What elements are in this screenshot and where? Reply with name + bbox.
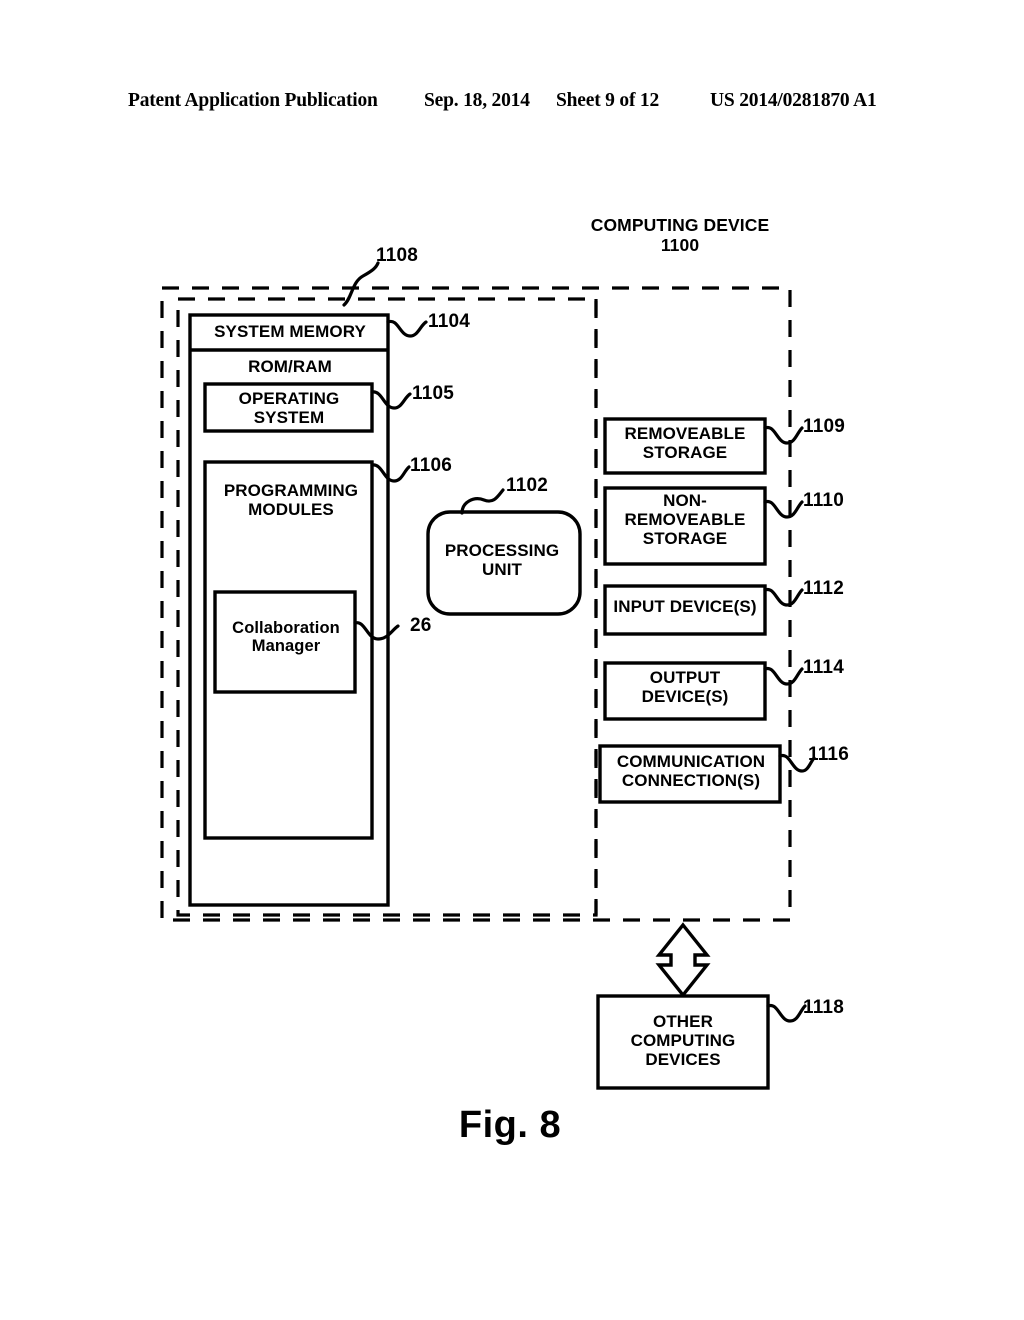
ref-number-1109: 1109 bbox=[803, 416, 846, 437]
other-computing-devices-label: OTHER COMPUTING DEVICES bbox=[630, 1012, 736, 1070]
computing-device-title-text: COMPUTING DEVICE bbox=[590, 215, 770, 235]
operating-system-label: OPERATING SYSTEM bbox=[238, 389, 340, 428]
ref-number-1118: 1118 bbox=[803, 997, 844, 1018]
computing-device-title: COMPUTING DEVICE 1100 bbox=[560, 215, 800, 255]
processing-unit-label: PROCESSING UNIT bbox=[444, 541, 560, 580]
non-removeable-storage-label: NON- REMOVEABLE STORAGE bbox=[624, 491, 746, 549]
leader-1118 bbox=[766, 1003, 807, 1023]
removeable-storage-label: REMOVEABLE STORAGE bbox=[624, 424, 746, 463]
ref-number-26: 26 bbox=[410, 615, 432, 636]
leader-1114 bbox=[763, 666, 804, 686]
ref-number-1110: 1110 bbox=[803, 490, 844, 511]
ref-number-1106: 1106 bbox=[410, 455, 453, 476]
system-memory-label: SYSTEM MEMORY bbox=[214, 322, 366, 341]
leader-1112 bbox=[763, 587, 804, 607]
communication-connections-label: COMMUNICATION CONNECTION(S) bbox=[616, 752, 766, 791]
ref-number-1104: 1104 bbox=[428, 311, 471, 332]
ref-number-1112: 1112 bbox=[803, 578, 844, 599]
rom-ram-label: ROM/RAM bbox=[248, 357, 332, 376]
ref-number-1108: 1108 bbox=[376, 245, 419, 266]
ref-number-1102: 1102 bbox=[506, 475, 549, 496]
leader-1110 bbox=[763, 499, 804, 519]
collaboration-manager-label: Collaboration Manager bbox=[232, 619, 340, 656]
ref-number-1116: 1116 bbox=[808, 744, 849, 765]
input-devices-label: INPUT DEVICE(S) bbox=[613, 597, 757, 616]
leader-1109 bbox=[763, 425, 804, 445]
computing-device-title-ref: 1100 bbox=[660, 234, 700, 255]
ref-number-1105: 1105 bbox=[412, 383, 455, 404]
bidirectional-arrow bbox=[655, 922, 711, 998]
output-devices-label: OUTPUT DEVICE(S) bbox=[641, 668, 729, 707]
figure-caption: Fig. 8 bbox=[458, 1104, 562, 1146]
leader-1104 bbox=[386, 319, 428, 338]
programming-modules-label: PROGRAMMING MODULES bbox=[223, 481, 359, 520]
leader-1102 bbox=[460, 488, 505, 515]
ref-number-1114: 1114 bbox=[803, 657, 844, 678]
